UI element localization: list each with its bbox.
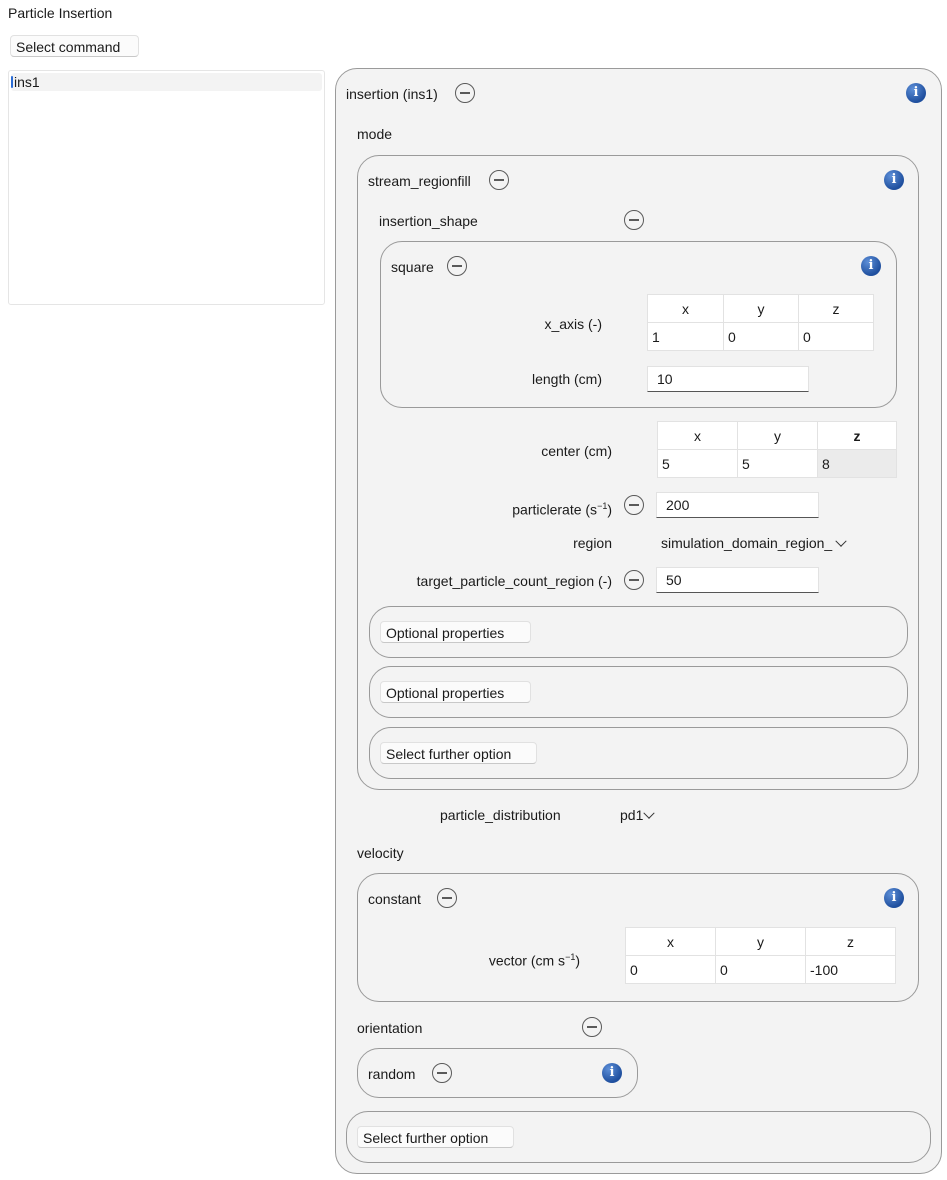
target-count-label: target_particle_count_region (-) (416, 573, 612, 589)
collapse-velocity-icon[interactable] (437, 888, 457, 908)
particlerate-label: particlerate (s−1) (512, 501, 612, 518)
center-grid: x y z 5 5 8 (657, 421, 897, 478)
vector-grid: x y z 0 0 -100 (625, 927, 896, 984)
collapse-target-count-icon[interactable] (624, 570, 644, 590)
target-count-input[interactable]: 50 (656, 567, 819, 593)
y-header: y (737, 421, 818, 450)
velocity-label: velocity (357, 845, 404, 861)
orientation-label: orientation (357, 1020, 423, 1036)
mode-label: mode (357, 126, 393, 142)
region-dropdown[interactable]: simulation_domain_region_ (661, 533, 847, 553)
x-axis-grid: x y z 1 0 0 (647, 294, 874, 351)
center-x-cell[interactable]: 5 (657, 449, 738, 478)
particle-distribution-value: pd1 (620, 807, 644, 823)
optional-properties-button[interactable]: Optional properties (380, 681, 531, 703)
list-item-label: ins1 (14, 74, 40, 90)
z-header: z (798, 294, 874, 323)
collapse-orientation-icon[interactable] (582, 1017, 602, 1037)
particle-distribution-label: particle_distribution (440, 807, 561, 823)
mode-title: stream_regionfill (368, 173, 471, 189)
region-label: region (573, 535, 612, 551)
collapse-mode-icon[interactable] (489, 170, 509, 190)
select-further-option-button[interactable]: Select further option (357, 1126, 514, 1148)
collapse-random-icon[interactable] (432, 1063, 452, 1083)
vector-label: vector (cm s−1) (488, 952, 580, 969)
collapse-insertion-icon[interactable] (455, 83, 475, 103)
select-further-option-button[interactable]: Select further option (380, 742, 537, 764)
particle-distribution-dropdown[interactable]: pd1 (620, 805, 656, 825)
chevron-down-icon (835, 535, 847, 547)
info-icon[interactable]: i (861, 256, 881, 276)
x-axis-x-cell[interactable]: 1 (647, 322, 724, 351)
y-header: y (723, 294, 799, 323)
x-axis-y-cell[interactable]: 0 (723, 322, 799, 351)
center-z-cell[interactable]: 8 (817, 449, 897, 478)
z-header: z (805, 927, 896, 956)
center-label: center (cm) (541, 443, 612, 459)
x-axis-z-cell[interactable]: 0 (798, 322, 874, 351)
info-icon[interactable]: i (906, 83, 926, 103)
vector-x-cell[interactable]: 0 (625, 955, 716, 984)
vector-z-cell[interactable]: -100 (805, 955, 896, 984)
x-header: x (657, 421, 738, 450)
collapse-insertion-shape-icon[interactable] (624, 210, 644, 230)
x-axis-label: x_axis (-) (544, 316, 602, 332)
window-title: Particle Insertion (8, 5, 113, 21)
optional-properties-button[interactable]: Optional properties (380, 621, 531, 643)
z-header: z (817, 421, 897, 450)
insertion-shape-label: insertion_shape (379, 213, 478, 229)
length-input[interactable]: 10 (647, 366, 809, 392)
region-value: simulation_domain_region_ (661, 535, 833, 551)
x-header: x (625, 927, 716, 956)
list-item[interactable]: ins1 (11, 73, 322, 91)
velocity-title: constant (368, 891, 421, 907)
info-icon[interactable]: i (884, 170, 904, 190)
x-header: x (647, 294, 724, 323)
y-header: y (715, 927, 806, 956)
particlerate-input[interactable]: 200 (656, 492, 819, 518)
length-label: length (cm) (531, 371, 602, 387)
vector-y-cell[interactable]: 0 (715, 955, 806, 984)
square-title: square (391, 259, 434, 275)
center-y-cell[interactable]: 5 (737, 449, 818, 478)
info-icon[interactable]: i (602, 1063, 622, 1083)
collapse-particlerate-icon[interactable] (624, 495, 644, 515)
command-list[interactable]: ins1 (8, 70, 325, 305)
info-icon[interactable]: i (884, 888, 904, 908)
orientation-title: random (368, 1066, 416, 1082)
collapse-square-icon[interactable] (447, 256, 467, 276)
chevron-down-icon (643, 807, 656, 819)
select-command-button[interactable]: Select command (10, 35, 139, 57)
insertion-title: insertion (ins1) (346, 86, 438, 102)
